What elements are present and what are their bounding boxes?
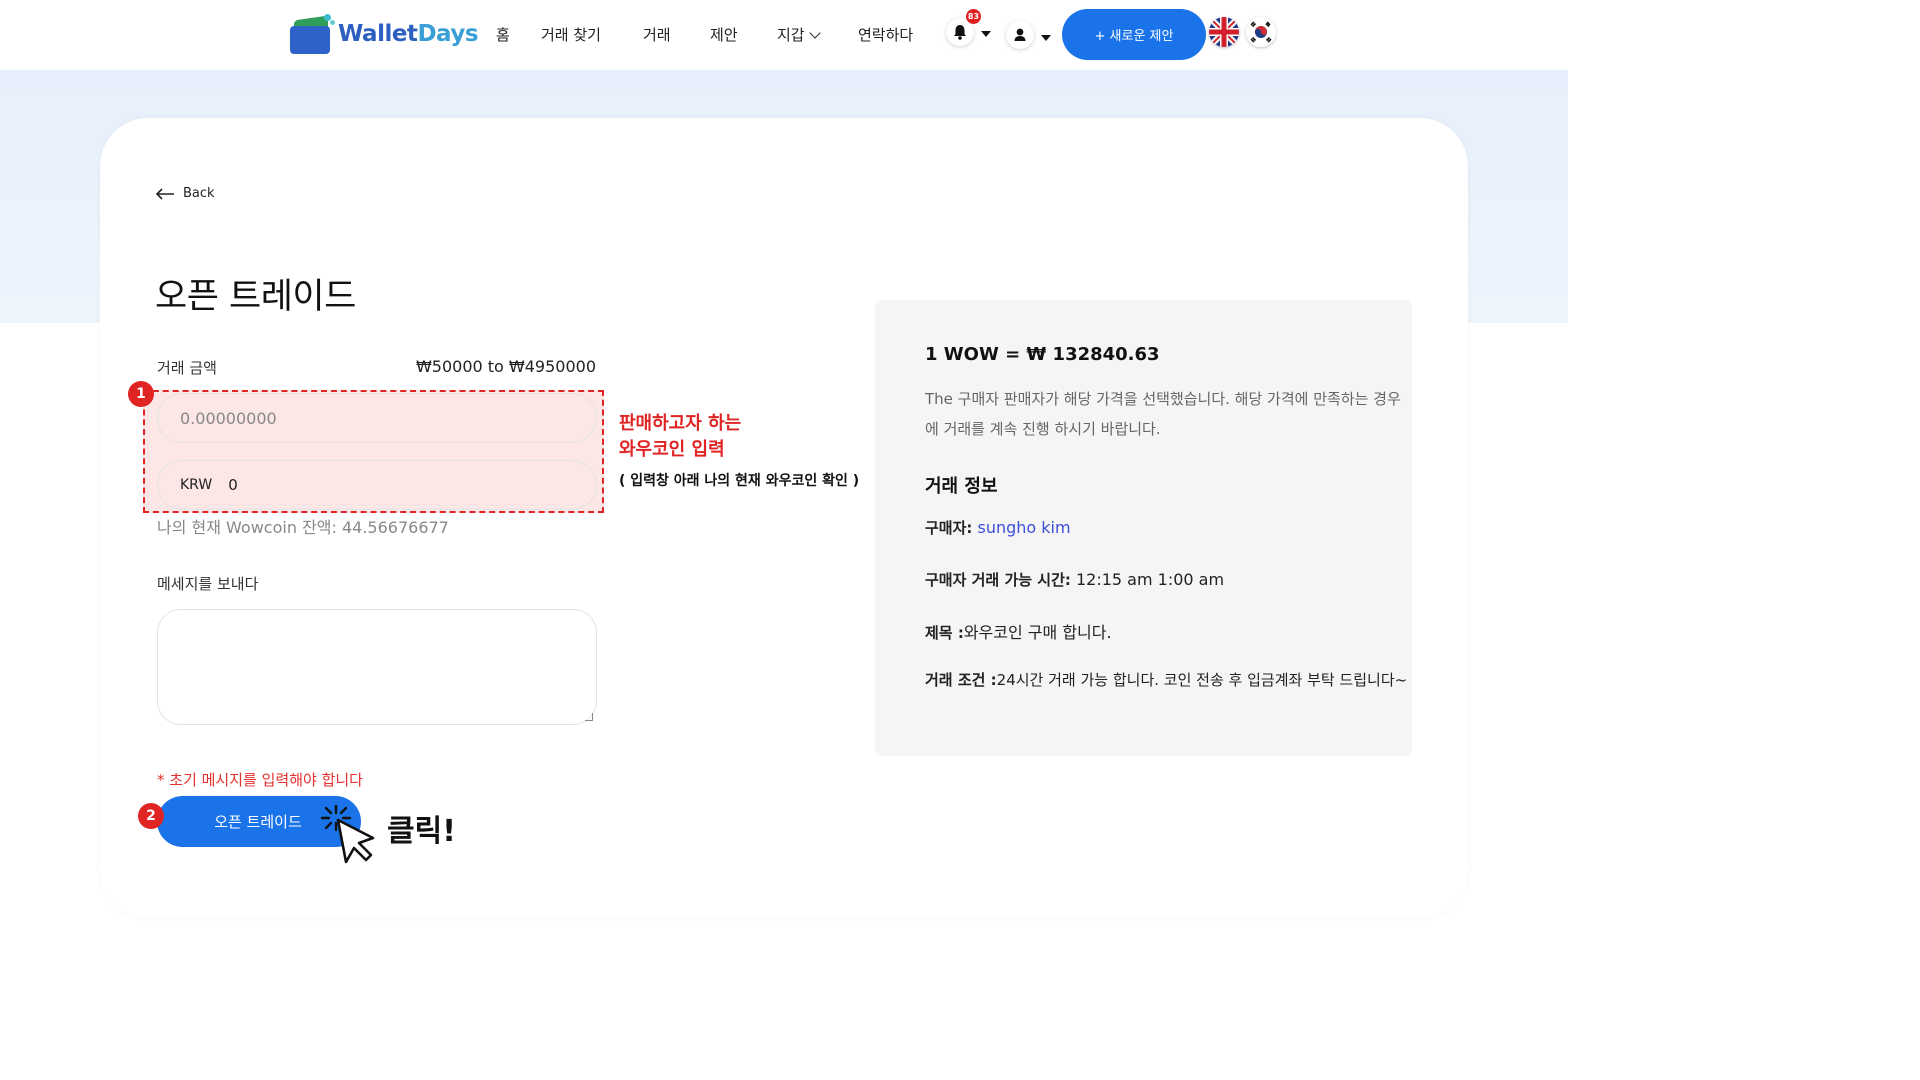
buyer-hours-label: 구매자 거래 가능 시간: xyxy=(925,571,1071,589)
korea-flag-icon[interactable] xyxy=(1246,17,1276,47)
new-offer-button[interactable]: + 새로운 제안 xyxy=(1062,9,1206,60)
terms-value: 24시간 거래 가능 합니다. 코인 전송 후 입금계좌 부탁 드립니다~ xyxy=(996,671,1408,689)
step-1-line-1: 판매하고자 하는 xyxy=(619,413,742,434)
message-label: 메세지를 보내다 xyxy=(157,575,259,593)
resize-handle-icon[interactable] xyxy=(585,713,593,721)
buyer-hours-value: 12:15 am 1:00 am xyxy=(1075,570,1225,589)
user-menu-button[interactable] xyxy=(1006,21,1034,49)
terms-row: 거래 조건 :24시간 거래 가능 합니다. 코인 전송 후 입금계좌 부탁 드… xyxy=(925,669,1407,690)
chevron-down-icon xyxy=(808,27,821,39)
top-navbar: WalletDays 홈 거래 찾기 거래 제안 지갑 연락하다 83 + 새로… xyxy=(0,0,1568,70)
price-description: The 구매자 판매자가 해당 가격을 선택했습니다. 해당 가격에 만족하는 … xyxy=(925,390,1401,438)
required-message-note: * 초기 메시지를 입력해야 합니다 xyxy=(157,771,363,789)
terms-label: 거래 조건 : xyxy=(925,671,997,689)
nav-offer[interactable]: 제안 xyxy=(710,24,738,45)
nav-home[interactable]: 홈 xyxy=(496,24,510,45)
step-1-note: ( 입력창 아래 나의 현재 와우코인 확인 ) xyxy=(619,473,860,489)
back-link[interactable]: Back xyxy=(155,186,215,201)
caret-down-icon[interactable] xyxy=(981,31,991,37)
subject-label: 제목 : xyxy=(925,624,964,642)
click-annotation: 클릭! xyxy=(387,814,456,849)
caret-down-icon[interactable] xyxy=(1041,35,1051,41)
subject-value: 와우코인 구매 합니다. xyxy=(963,623,1112,642)
amount-range: ₩50000 to ₩4950000 xyxy=(415,357,596,376)
step-1-badge: 1 xyxy=(128,381,154,407)
buyer-name-link[interactable]: sungho kim xyxy=(978,518,1071,537)
krw-value: 0 xyxy=(228,476,238,494)
uk-flag-icon[interactable] xyxy=(1209,17,1239,47)
nav-trade[interactable]: 거래 xyxy=(643,24,671,45)
subject-row: 제목 :와우코인 구매 합니다. xyxy=(925,619,1112,643)
buyer-row: 구매자: sungho kim xyxy=(925,517,1071,538)
krw-amount-input[interactable]: KRW 0 xyxy=(157,460,597,510)
step-1-annotation: 판매하고자 하는 와우코인 입력 xyxy=(619,411,741,463)
arrow-left-icon xyxy=(155,187,174,200)
wowcoin-balance: 나의 현재 Wowcoin 잔액: 44.56676677 xyxy=(157,518,449,537)
step-1-line-2: 와우코인 입력 xyxy=(619,439,725,460)
nav-contact[interactable]: 연락하다 xyxy=(858,24,913,45)
step-2-badge: 2 xyxy=(138,803,164,829)
nav-wallet-dropdown[interactable]: 지갑 xyxy=(777,24,821,45)
krw-prefix: KRW xyxy=(180,477,213,493)
notification-count-badge: 83 xyxy=(966,9,981,24)
buyer-hours-row: 구매자 거래 가능 시간: 12:15 am 1:00 am xyxy=(925,569,1224,590)
amount-label: 거래 금액 xyxy=(157,359,217,377)
nav-find-trade[interactable]: 거래 찾기 xyxy=(541,24,601,45)
buyer-label: 구매자: xyxy=(925,519,973,537)
click-cursor-icon xyxy=(320,804,375,864)
exchange-rate: 1 WOW = ₩ 132840.63 xyxy=(925,344,1160,365)
nav-wallet-label: 지갑 xyxy=(777,26,805,44)
page-title: 오픈 트레이드 xyxy=(155,277,356,317)
walletdays-logo[interactable]: WalletDays xyxy=(290,12,479,56)
back-label: Back xyxy=(183,186,215,201)
logo-text: WalletDays xyxy=(338,21,479,47)
wallet-logo-icon xyxy=(290,12,335,56)
message-textarea[interactable] xyxy=(157,609,597,725)
trade-info-title: 거래 정보 xyxy=(925,476,998,497)
user-icon xyxy=(1014,28,1026,41)
wowcoin-amount-input[interactable]: 0.00000000 xyxy=(157,393,597,443)
wowcoin-amount-placeholder: 0.00000000 xyxy=(180,408,277,428)
